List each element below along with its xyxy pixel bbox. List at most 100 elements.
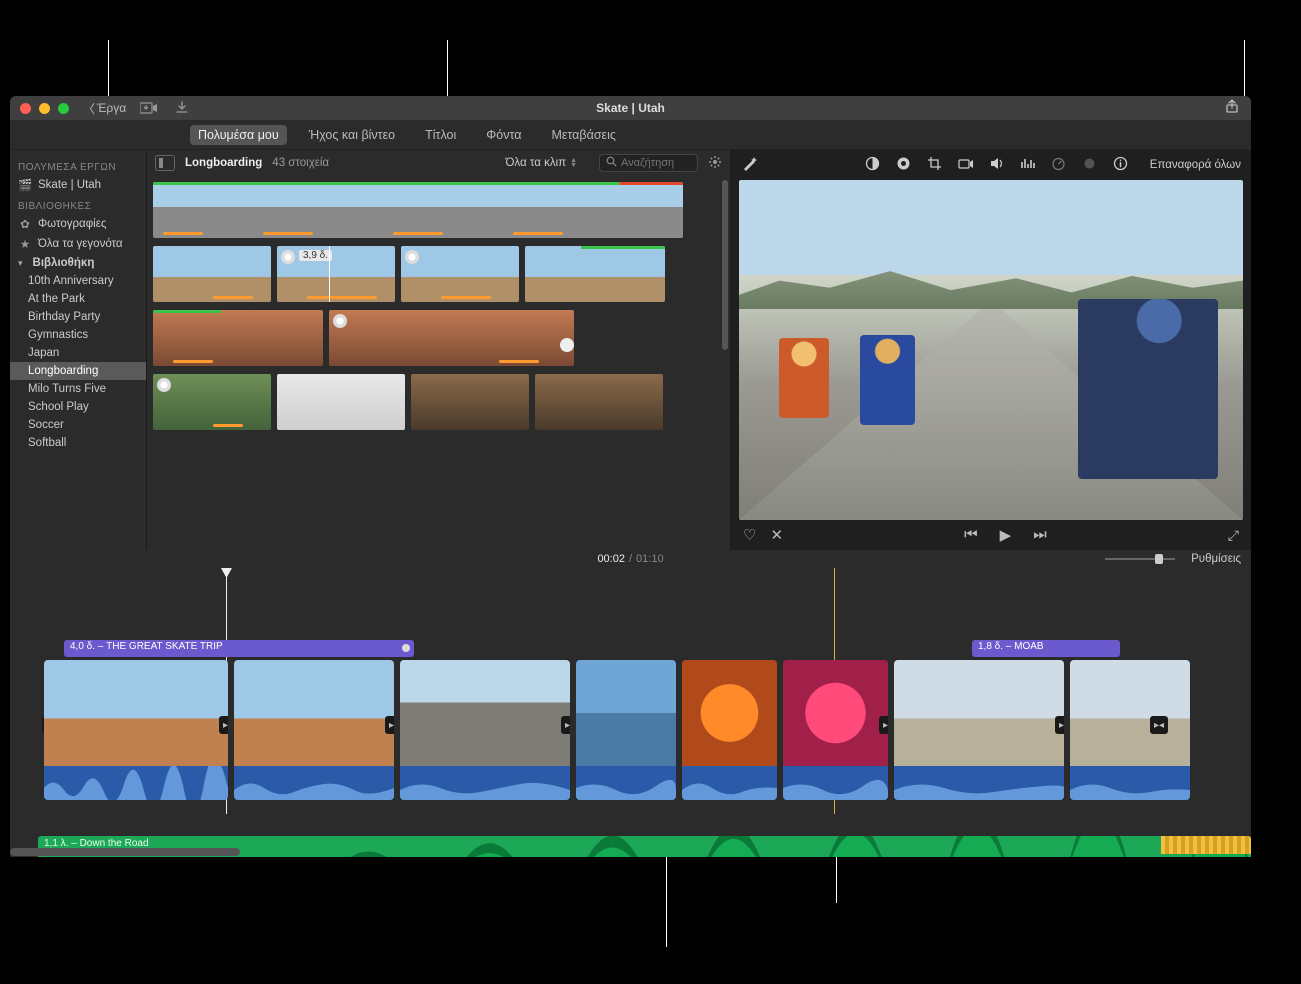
sidebar-project-label: Skate | Utah (38, 179, 101, 191)
sidebar-event-item[interactable]: Longboarding (10, 362, 146, 380)
audio-waveform (576, 766, 676, 800)
clip-thumbnail[interactable]: 3,9 δ. (277, 246, 395, 302)
timeline-clip[interactable]: ▸◂ (783, 660, 888, 800)
import-media-icon[interactable] (140, 100, 158, 116)
transition-icon[interactable]: ▸◂ (1150, 716, 1168, 734)
download-icon[interactable] (176, 100, 188, 116)
favorite-heart-icon[interactable]: ♡ (743, 526, 756, 544)
disclosure-triangle-icon[interactable] (18, 257, 27, 269)
clip-thumbnail[interactable] (153, 374, 271, 430)
sidebar-all-events-label: Όλα τα γεγονότα (38, 238, 123, 250)
transition-icon[interactable]: ▸◂ (879, 716, 888, 734)
tab-titles[interactable]: Τίτλοι (417, 125, 464, 145)
skim-duration-badge: 3,9 δ. (299, 250, 332, 261)
sidebar-event-item[interactable]: Softball (10, 434, 146, 452)
title-clip[interactable]: 4,0 δ. – THE GREAT SKATE TRIP (64, 640, 414, 657)
magic-wand-icon[interactable] (741, 154, 759, 177)
sidebar-event-item[interactable]: Japan (10, 344, 146, 362)
timeline-clip[interactable]: ▸◂ (400, 660, 570, 800)
timeline-clip[interactable] (1070, 660, 1190, 800)
title-clip-label: 4,0 δ. – THE GREAT SKATE TRIP (70, 641, 223, 652)
sidebar-toggle-button[interactable] (155, 155, 175, 171)
transition-icon[interactable]: ▸◂ (561, 716, 570, 734)
window-traffic-lights[interactable] (20, 103, 69, 114)
clip-thumbnail[interactable] (153, 246, 271, 302)
sidebar-event-item[interactable]: Soccer (10, 416, 146, 434)
clip-thumbnail[interactable] (411, 374, 529, 430)
crop-icon[interactable] (927, 156, 942, 174)
sidebar-event-item[interactable]: Milo Turns Five (10, 380, 146, 398)
tab-backgrounds[interactable]: Φόντα (478, 125, 529, 145)
sidebar-event-item[interactable]: School Play (10, 398, 146, 416)
adjustment-icon (333, 314, 347, 328)
stabilize-icon[interactable] (958, 157, 973, 173)
share-button[interactable] (1225, 99, 1239, 118)
used-range-bar (499, 360, 539, 363)
browser-scrollbar[interactable] (722, 180, 728, 350)
clip-grid[interactable]: 3,9 δ. (147, 176, 730, 550)
sidebar-item-photos[interactable]: ✿ Φωτογραφίες (10, 214, 146, 234)
keyframe-dot-icon[interactable] (402, 644, 410, 652)
next-frame-button[interactable]: ⏭ (1033, 526, 1047, 544)
timeline-clip[interactable] (576, 660, 676, 800)
clip-thumbnail[interactable] (153, 182, 683, 238)
color-wheel-icon[interactable] (896, 156, 911, 174)
transition-icon[interactable]: ▸◂ (385, 716, 394, 734)
timeline-clip[interactable]: ▸◂ (234, 660, 394, 800)
minimize-window-button[interactable] (39, 103, 50, 114)
clip-thumb (400, 660, 570, 766)
fullscreen-button[interactable]: ⤢ (1228, 527, 1239, 544)
browser-settings-button[interactable] (708, 155, 722, 172)
close-window-button[interactable] (20, 103, 31, 114)
clip-thumbnail[interactable] (535, 374, 663, 430)
sidebar-item-project[interactable]: 🎬 Skate | Utah (10, 175, 146, 195)
sidebar-event-item[interactable]: At the Park (10, 290, 146, 308)
timeline-settings-button[interactable]: Ρυθμίσεις (1191, 553, 1241, 565)
search-field[interactable] (599, 154, 698, 172)
volume-icon[interactable] (989, 156, 1004, 174)
timeline[interactable]: 4,0 δ. – THE GREAT SKATE TRIP 1,8 δ. – M… (10, 568, 1251, 857)
title-clip[interactable]: 1,8 δ. – MOAB (972, 640, 1120, 657)
favorite-bar (153, 310, 221, 313)
audio-waveform (682, 766, 777, 800)
sidebar-item-library[interactable]: Βιβλιοθήκη (10, 254, 146, 272)
timeline-scrollbar[interactable] (10, 848, 240, 856)
timeline-clip[interactable]: ▸◂ (44, 660, 228, 800)
clip-thumbnail[interactable] (277, 374, 405, 430)
callout-line (1244, 40, 1245, 96)
timeline-clip[interactable] (682, 660, 777, 800)
viewer-toolbar: Επαναφορά όλων (731, 150, 1251, 180)
sidebar-event-item[interactable]: 10th Anniversary (10, 272, 146, 290)
equalizer-icon[interactable] (1020, 156, 1035, 174)
clip-thumbnail[interactable] (525, 246, 665, 302)
clip-thumbnail[interactable] (401, 246, 519, 302)
back-to-projects-button[interactable]: 〈 Έργα (83, 100, 126, 117)
zoom-window-button[interactable] (58, 103, 69, 114)
callout-line (447, 40, 448, 96)
clip-thumbnail[interactable] (153, 310, 323, 366)
color-balance-icon[interactable] (865, 156, 880, 174)
tab-audio-video[interactable]: Ήχος και βίντεο (301, 125, 403, 145)
info-icon[interactable] (1113, 156, 1128, 174)
clip-thumbnail[interactable] (329, 310, 574, 366)
clip-filter-dropdown[interactable]: Όλα τα κλιπ ▲▼ (506, 157, 589, 169)
sidebar-event-label: Soccer (28, 419, 64, 431)
video-preview[interactable] (739, 180, 1243, 520)
transition-icon[interactable]: ▸◂ (1055, 716, 1064, 734)
prev-frame-button[interactable]: ⏮ (964, 526, 978, 544)
noise-reduction-icon[interactable] (1082, 156, 1097, 174)
tab-my-media[interactable]: Πολυμέσα μου (190, 125, 287, 145)
speed-icon[interactable] (1051, 156, 1066, 174)
transition-icon[interactable]: ▸◂ (219, 716, 228, 734)
reset-all-button[interactable]: Επαναφορά όλων (1150, 159, 1241, 171)
audio-waveform (400, 766, 570, 800)
sidebar-event-item[interactable]: Gymnastics (10, 326, 146, 344)
sidebar-event-item[interactable]: Birthday Party (10, 308, 146, 326)
search-input[interactable] (621, 157, 691, 169)
timeline-zoom-slider[interactable] (1105, 554, 1175, 564)
reject-x-icon[interactable]: ✕ (770, 526, 783, 544)
sidebar-item-all-events[interactable]: ★ Όλα τα γεγονότα (10, 234, 146, 254)
timeline-clip[interactable]: ▸◂ (894, 660, 1064, 800)
tab-transitions[interactable]: Μεταβάσεις (543, 125, 623, 145)
play-button[interactable]: ▶ (1000, 526, 1012, 544)
